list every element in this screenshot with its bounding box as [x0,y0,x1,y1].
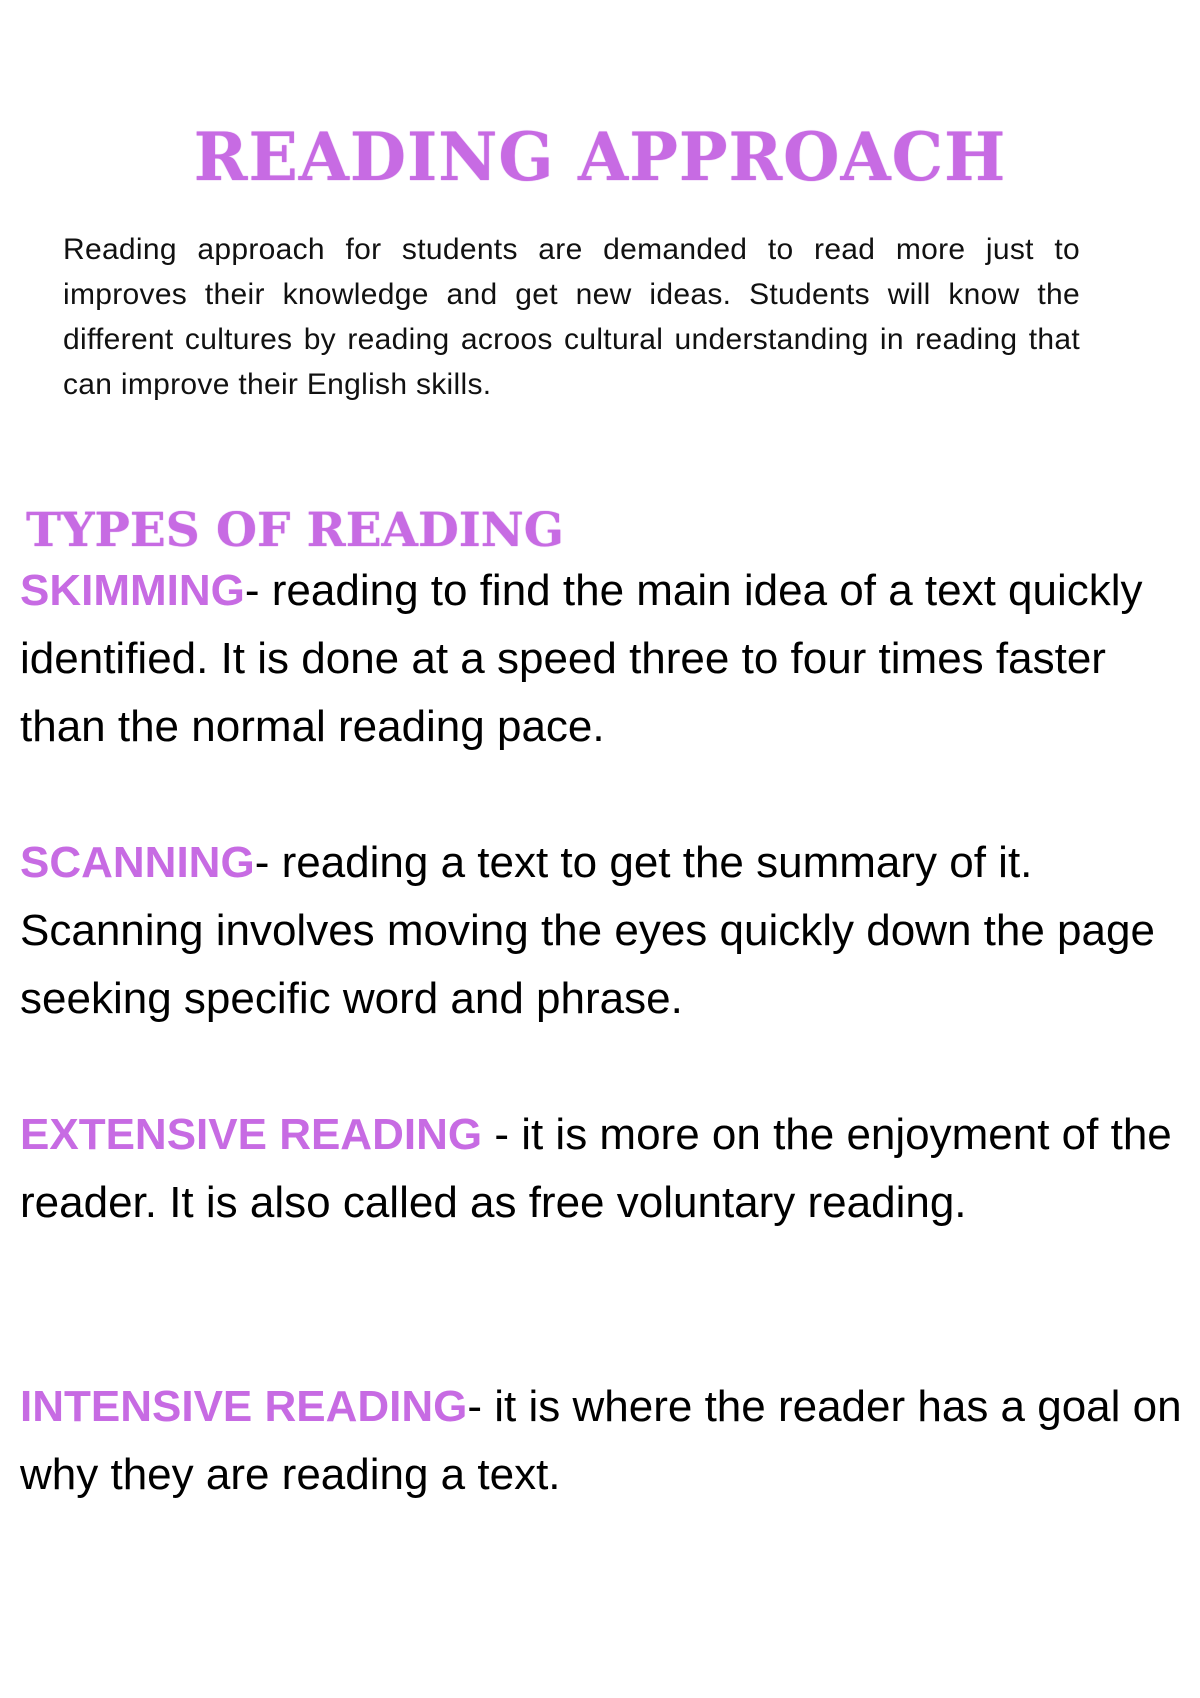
intro-paragraph: Reading approach for students are demand… [63,233,1080,401]
reading-type-term: EXTENSIVE READING [20,1110,483,1159]
page-title: READING APPROACH [193,118,1007,197]
reading-type-term: INTENSIVE READING [20,1382,468,1431]
reading-type-intensive: INTENSIVE READING- it is where the reade… [20,1373,1195,1509]
reading-type-separator: - [467,1382,495,1431]
reading-type-extensive: EXTENSIVE READING - it is more on the en… [20,1101,1195,1237]
reading-type-term: SKIMMING [20,566,245,615]
types-of-reading-heading: TYPES OF READING [26,503,564,558]
reading-type-term: SCANNING [20,838,255,887]
reading-type-skimming: SKIMMING- reading to find the main idea … [20,557,1195,761]
reading-type-separator: - [254,838,282,887]
reading-type-separator: - [244,566,272,615]
reading-type-scanning: SCANNING- reading a text to get the summ… [20,829,1195,1033]
reading-type-separator: - [482,1110,522,1159]
